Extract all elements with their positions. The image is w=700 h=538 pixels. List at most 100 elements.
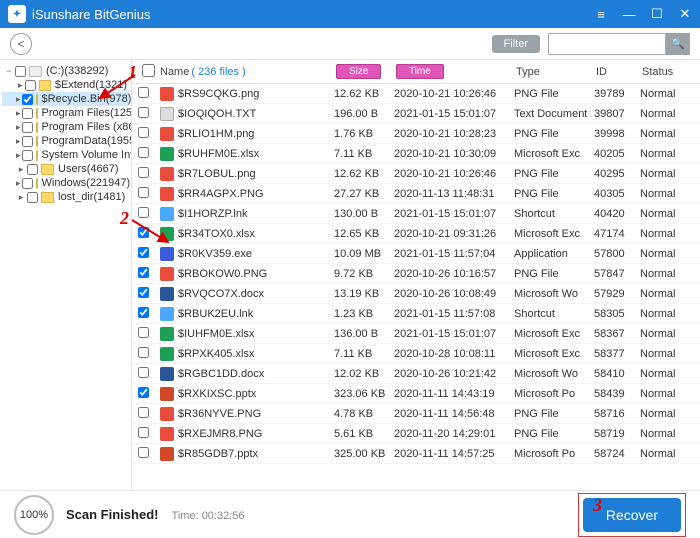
tree-root[interactable]: − (C:)(338292) xyxy=(2,64,129,78)
col-id[interactable]: ID xyxy=(592,66,638,78)
table-row[interactable]: $R7LOBUL.png 12.62 KB 2020-10-21 10:26:4… xyxy=(132,164,700,184)
tree-item[interactable]: ▸ Users(4667) xyxy=(2,162,129,176)
col-type[interactable]: Type xyxy=(512,66,592,78)
row-checkbox[interactable] xyxy=(138,287,149,298)
row-checkbox[interactable] xyxy=(138,307,149,318)
expand-icon[interactable]: ▸ xyxy=(16,94,21,105)
table-row[interactable]: $RR4AGPX.PNG 27.27 KB 2020-11-13 11:48:3… xyxy=(132,184,700,204)
file-type: Shortcut xyxy=(514,208,594,220)
tree-checkbox[interactable] xyxy=(22,150,33,161)
table-row[interactable]: $RUHFM0E.xlsx 7.11 KB 2020-10-21 10:30:0… xyxy=(132,144,700,164)
expand-icon[interactable]: ▸ xyxy=(16,150,21,161)
row-checkbox[interactable] xyxy=(138,187,149,198)
row-checkbox[interactable] xyxy=(138,127,149,138)
row-checkbox[interactable] xyxy=(138,347,149,358)
tree-item[interactable]: ▸ ProgramData(1955) xyxy=(2,134,129,148)
tree-item[interactable]: ▸ System Volume Information(6) xyxy=(2,148,129,162)
tree-item[interactable]: ▸ Program Files (x86)(7470) xyxy=(2,120,129,134)
tree-checkbox[interactable] xyxy=(22,136,33,147)
row-checkbox[interactable] xyxy=(138,87,149,98)
close-button[interactable]: ✕ xyxy=(678,7,692,21)
table-row[interactable]: $RBOKOW0.PNG 9.72 KB 2020-10-26 10:16:57… xyxy=(132,264,700,284)
expand-icon[interactable]: ▸ xyxy=(16,122,21,133)
folder-icon xyxy=(36,108,38,119)
folder-tree[interactable]: − (C:)(338292) ▸ $Extend(1321)▸ $Recycle… xyxy=(0,60,132,490)
table-row[interactable]: $RXKIXSC.pptx 323.06 KB 2020-11-11 14:43… xyxy=(132,384,700,404)
select-all-checkbox[interactable] xyxy=(142,64,155,77)
tree-checkbox[interactable] xyxy=(22,178,33,189)
table-row[interactable]: $RGBC1DD.docx 12.02 KB 2020-10-26 10:21:… xyxy=(132,364,700,384)
row-checkbox[interactable] xyxy=(138,147,149,158)
row-checkbox[interactable] xyxy=(138,167,149,178)
collapse-icon[interactable]: − xyxy=(4,66,14,76)
row-checkbox[interactable] xyxy=(138,387,149,398)
expand-icon[interactable]: ▸ xyxy=(16,164,26,175)
table-row[interactable]: $RBUK2EU.lnk 1.23 KB 2021-01-15 11:57:08… xyxy=(132,304,700,324)
tree-checkbox[interactable] xyxy=(15,66,26,77)
tree-checkbox[interactable] xyxy=(22,108,33,119)
file-size: 12.62 KB xyxy=(334,88,394,100)
row-checkbox[interactable] xyxy=(138,427,149,438)
row-checkbox[interactable] xyxy=(138,247,149,258)
file-size: 13.19 KB xyxy=(334,288,394,300)
tree-checkbox[interactable] xyxy=(22,94,33,105)
table-row[interactable]: $RPXK405.xlsx 7.11 KB 2020-10-28 10:08:1… xyxy=(132,344,700,364)
recover-button[interactable]: Recover xyxy=(583,498,681,532)
file-type: Microsoft Wo xyxy=(514,288,594,300)
col-size[interactable]: Size xyxy=(332,64,392,79)
search-input[interactable] xyxy=(548,33,666,55)
table-row[interactable]: $IUHFM0E.xlsx 136.00 B 2021-01-15 15:01:… xyxy=(132,324,700,344)
col-status[interactable]: Status xyxy=(638,66,698,78)
file-size: 27.27 KB xyxy=(334,188,394,200)
search-button[interactable]: 🔍 xyxy=(666,33,690,55)
table-row[interactable]: $R0KV359.exe 10.09 MB 2021-01-15 11:57:0… xyxy=(132,244,700,264)
expand-icon[interactable]: ▸ xyxy=(16,80,24,91)
table-row[interactable]: $I1HORZP.lnk 130.00 B 2021-01-15 15:01:0… xyxy=(132,204,700,224)
expand-icon[interactable]: ▸ xyxy=(16,136,21,147)
row-checkbox[interactable] xyxy=(138,207,149,218)
minimize-button[interactable]: — xyxy=(622,7,636,21)
file-name: $IUHFM0E.xlsx xyxy=(178,328,334,340)
tree-item[interactable]: ▸ $Recycle.Bin(978) xyxy=(2,92,129,106)
tree-item[interactable]: ▸ Windows(221947) xyxy=(2,176,129,190)
row-checkbox[interactable] xyxy=(138,327,149,338)
row-checkbox[interactable] xyxy=(138,227,149,238)
row-checkbox[interactable] xyxy=(138,107,149,118)
row-checkbox[interactable] xyxy=(138,367,149,378)
tree-checkbox[interactable] xyxy=(22,122,33,133)
expand-icon[interactable]: ▸ xyxy=(16,108,21,119)
tree-item[interactable]: ▸ $Extend(1321) xyxy=(2,78,129,92)
table-row[interactable]: $R85GDB7.pptx 325.00 KB 2020-11-11 14:57… xyxy=(132,444,700,464)
tree-checkbox[interactable] xyxy=(25,80,36,91)
file-id: 40305 xyxy=(594,188,640,200)
expand-icon[interactable]: ▸ xyxy=(16,178,21,189)
table-row[interactable]: $RXEJMR8.PNG 5.61 KB 2020-11-20 14:29:01… xyxy=(132,424,700,444)
col-name[interactable]: Name ( 236 files ) xyxy=(156,66,332,78)
menu-icon[interactable]: ≡ xyxy=(594,7,608,21)
expand-icon[interactable]: ▸ xyxy=(16,192,26,203)
file-list[interactable]: $RS9CQKG.png 12.62 KB 2020-10-21 10:26:4… xyxy=(132,84,700,490)
back-button[interactable]: < xyxy=(10,33,32,55)
tree-item[interactable]: ▸ lost_dir(1481) xyxy=(2,190,129,204)
maximize-button[interactable]: ☐ xyxy=(650,7,664,21)
file-name: $RXEJMR8.PNG xyxy=(178,428,334,440)
row-checkbox[interactable] xyxy=(138,267,149,278)
file-size: 323.06 KB xyxy=(334,388,394,400)
file-time: 2020-11-11 14:56:48 xyxy=(394,408,514,420)
table-row[interactable]: $RLIO1HM.png 1.76 KB 2020-10-21 10:28:23… xyxy=(132,124,700,144)
tree-item[interactable]: ▸ Program Files(12576) xyxy=(2,106,129,120)
folder-icon xyxy=(39,80,50,91)
tree-checkbox[interactable] xyxy=(27,164,38,175)
table-row[interactable]: $R34TOX0.xlsx 12.65 KB 2020-10-21 09:31:… xyxy=(132,224,700,244)
file-time: 2021-01-15 11:57:08 xyxy=(394,308,514,320)
tree-checkbox[interactable] xyxy=(27,192,38,203)
footer: 100% Scan Finished! Time: 00:32:56 Recov… xyxy=(0,490,700,538)
row-checkbox[interactable] xyxy=(138,447,149,458)
col-time[interactable]: Time xyxy=(392,64,512,79)
table-row[interactable]: $RVQCO7X.docx 13.19 KB 2020-10-26 10:08:… xyxy=(132,284,700,304)
table-row[interactable]: $IOQIQOH.TXT 196.00 B 2021-01-15 15:01:0… xyxy=(132,104,700,124)
row-checkbox[interactable] xyxy=(138,407,149,418)
table-row[interactable]: $R36NYVE.PNG 4.78 KB 2020-11-11 14:56:48… xyxy=(132,404,700,424)
filter-button[interactable]: Filter xyxy=(492,35,540,53)
table-row[interactable]: $RS9CQKG.png 12.62 KB 2020-10-21 10:26:4… xyxy=(132,84,700,104)
